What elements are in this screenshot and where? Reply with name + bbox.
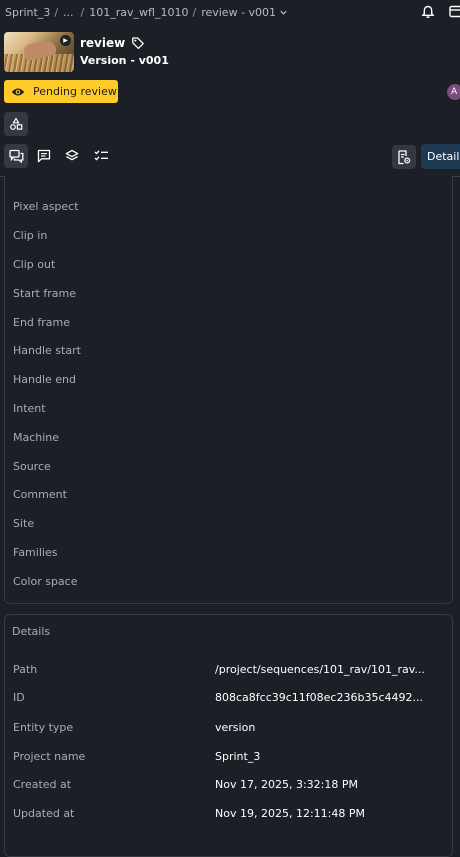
detail-label-entity-type: Entity type <box>13 721 74 734</box>
entity-title-row: review <box>80 36 145 50</box>
detail-label-updated-at: Updated at <box>13 807 75 820</box>
entity-subtitle: Version - v001 <box>80 54 169 67</box>
shapes-icon <box>9 117 23 131</box>
detail-value-path[interactable]: /project/sequences/101_rav/101_rav... <box>215 663 425 676</box>
status-label: Pending review <box>33 85 117 98</box>
avatar[interactable]: A <box>447 84 460 100</box>
layers-icon <box>65 149 79 163</box>
version-thumbnail[interactable]: ▶ <box>4 32 74 72</box>
breadcrumb-item-version[interactable]: review - v001 <box>201 6 276 19</box>
details-panel <box>4 614 453 857</box>
breadcrumb-item-project[interactable]: Sprint_3 <box>5 6 50 19</box>
detail-label-created-at: Created at <box>13 778 72 791</box>
details-heading: Details <box>12 625 51 638</box>
bell-icon[interactable] <box>421 5 435 19</box>
attribute-label: Start frame <box>13 287 76 300</box>
breadcrumb-separator: / <box>80 5 85 19</box>
comments-icon <box>8 149 24 163</box>
tag-icon[interactable] <box>131 36 145 50</box>
attribute-label: Handle start <box>13 344 81 357</box>
file-settings-icon <box>397 149 411 165</box>
attribute-label: Pixel aspect <box>13 200 79 213</box>
attribute-label: End frame <box>13 316 71 329</box>
attribute-label: Clip out <box>13 258 56 271</box>
layers-tab-button[interactable] <box>60 144 84 168</box>
comments-tab-button[interactable] <box>4 144 28 168</box>
tab-details[interactable]: Details <box>421 144 460 169</box>
play-icon[interactable]: ▶ <box>60 35 71 46</box>
chevron-down-icon[interactable] <box>279 8 288 17</box>
attribute-label: Handle end <box>13 373 77 386</box>
detail-value-entity-type: version <box>215 721 256 734</box>
attribute-label: Families <box>13 546 58 559</box>
breadcrumb-separator: / <box>54 5 59 19</box>
checklist-tab-button[interactable] <box>89 144 113 168</box>
eye-icon <box>11 86 33 98</box>
breadcrumb-item-shot[interactable]: 101_rav_wfl_1010 <box>89 6 188 19</box>
attribute-label: Machine <box>13 431 60 444</box>
attributes-panel <box>4 176 453 604</box>
file-settings-button[interactable] <box>392 145 416 169</box>
shapes-button[interactable] <box>4 112 28 136</box>
detail-value-id[interactable]: 808ca8fcc39c11f08ec236b35c4492... <box>215 691 425 704</box>
detail-value-updated-at: Nov 19, 2025, 12:11:48 PM <box>215 807 365 820</box>
attribute-label: Intent <box>13 402 46 415</box>
avatar-initial: A <box>451 87 458 97</box>
entity-title: review <box>80 36 126 50</box>
status-badge[interactable]: Pending review <box>4 80 118 103</box>
detail-label-path: Path <box>13 663 38 676</box>
attribute-label: Comment <box>13 488 67 501</box>
attribute-label: Clip in <box>13 229 48 242</box>
detail-value-project-name: Sprint_3 <box>215 750 261 763</box>
detail-label-id: ID <box>13 691 25 704</box>
breadcrumb-item-ellipsis[interactable]: ... <box>63 6 74 19</box>
attribute-label: Site <box>13 517 35 530</box>
chat-tab-button[interactable] <box>32 144 56 168</box>
tab-details-label: Details <box>427 150 460 163</box>
attribute-label: Source <box>13 460 51 473</box>
chat-icon <box>37 149 51 163</box>
checklist-icon <box>94 149 109 163</box>
detail-label-project-name: Project name <box>13 750 86 763</box>
breadcrumb-separator: / <box>192 5 197 19</box>
breadcrumb: Sprint_3 / ... / 101_rav_wfl_1010 / revi… <box>0 0 460 24</box>
detail-value-created-at: Nov 17, 2025, 3:32:18 PM <box>215 778 358 791</box>
panel-icon[interactable] <box>449 5 460 18</box>
attribute-label: Color space <box>13 575 78 588</box>
